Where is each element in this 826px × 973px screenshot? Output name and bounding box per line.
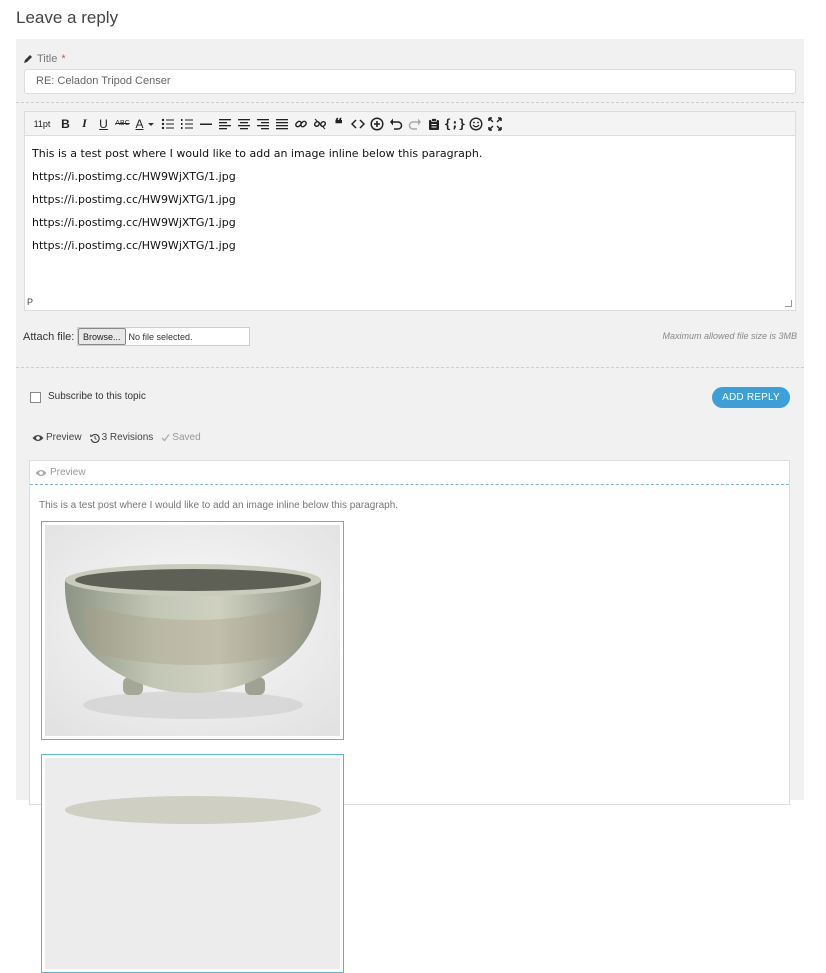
- bowl-picture: [45, 525, 340, 736]
- subscribe-checkbox[interactable]: [30, 392, 41, 403]
- content-paragraph: This is a test post where I would like t…: [32, 147, 483, 160]
- redo-icon: [408, 118, 421, 130]
- revisions-link[interactable]: 3 Revisions: [89, 432, 154, 443]
- align-justify-button[interactable]: [273, 115, 290, 133]
- preview-panel: Preview This is a test post where I woul…: [16, 417, 804, 973]
- resize-handle[interactable]: [785, 300, 792, 307]
- bullet-list-button[interactable]: [159, 115, 176, 133]
- preview-tab-label: Preview: [46, 432, 82, 443]
- divider: [16, 102, 804, 103]
- file-status: No file selected.: [128, 331, 193, 342]
- title-input[interactable]: RE: Celadon Tripod Censer: [24, 69, 796, 94]
- align-left-button[interactable]: [216, 115, 233, 133]
- unlink-icon: [313, 118, 326, 129]
- code-icon: [350, 118, 365, 129]
- align-justify-icon: [275, 118, 288, 129]
- paste-button[interactable]: [425, 115, 442, 133]
- code-button[interactable]: [349, 115, 366, 133]
- source-code-button[interactable]: {;}: [444, 115, 466, 133]
- check-icon: [161, 434, 170, 442]
- preview-box: Preview This is a test post where I woul…: [29, 460, 790, 973]
- editor-content[interactable]: This is a test post where I would like t…: [32, 148, 782, 263]
- chevron-down-icon: [147, 122, 154, 126]
- reply-form: Title * RE: Celadon Tripod Censer 11pt B…: [16, 39, 804, 417]
- preview-image-frame: [41, 754, 344, 973]
- undo-button[interactable]: [387, 115, 404, 133]
- align-right-button[interactable]: [254, 115, 271, 133]
- link-icon: [294, 120, 307, 127]
- plus-circle-icon: [369, 116, 384, 131]
- attach-label: Attach file:: [23, 331, 75, 343]
- preview-tab[interactable]: Preview: [32, 432, 82, 443]
- max-file-size-note: Maximum allowed file size is 3MB: [662, 331, 797, 341]
- strikethrough-button[interactable]: ABC: [114, 115, 131, 133]
- remove-link-button[interactable]: [311, 115, 328, 133]
- horizontal-rule-button[interactable]: [197, 115, 214, 133]
- align-center-icon: [237, 118, 250, 129]
- rich-text-editor[interactable]: 11pt B I U ABC A ❝ {;} This is a test po…: [24, 111, 796, 311]
- align-center-button[interactable]: [235, 115, 252, 133]
- align-left-icon: [218, 118, 231, 129]
- preview-header-label: Preview: [50, 467, 86, 478]
- history-icon: [89, 433, 100, 443]
- element-path: P: [27, 297, 34, 307]
- preview-toolbar: Preview 3 Revisions Saved: [32, 432, 201, 443]
- bold-button[interactable]: B: [57, 115, 74, 133]
- celadon-bowl-image: [45, 758, 340, 969]
- emoji-button[interactable]: [468, 115, 485, 133]
- eye-icon: [32, 434, 44, 441]
- saved-label: Saved: [172, 432, 201, 443]
- add-reply-button[interactable]: ADD REPLY: [712, 387, 790, 408]
- content-paragraph: https://i.postimg.cc/HW9WjXTG/1.jpg: [32, 239, 236, 252]
- editor-toolbar: 11pt B I U ABC A ❝ {;}: [25, 112, 795, 136]
- bullet-list-icon: [161, 118, 174, 129]
- redo-button[interactable]: [406, 115, 423, 133]
- subscribe-label: Subscribe to this topic: [48, 391, 146, 402]
- preview-text: This is a test post where I would like t…: [39, 500, 399, 511]
- browse-button[interactable]: Browse...: [78, 328, 126, 345]
- italic-button[interactable]: I: [76, 115, 93, 133]
- preview-image-frame: [41, 521, 344, 740]
- text-color-button[interactable]: A: [133, 115, 157, 133]
- eye-icon: [35, 469, 47, 476]
- underline-button[interactable]: U: [95, 115, 112, 133]
- clipboard-icon: [428, 117, 439, 130]
- page-title: Leave a reply: [16, 8, 119, 27]
- font-size-select[interactable]: 11pt: [31, 115, 53, 133]
- celadon-bowl-image: [45, 525, 340, 736]
- required-marker: *: [61, 53, 66, 65]
- numbered-list-icon: [180, 118, 193, 129]
- content-paragraph: https://i.postimg.cc/HW9WjXTG/1.jpg: [32, 170, 236, 183]
- saved-status: Saved: [161, 432, 201, 443]
- content-paragraph: https://i.postimg.cc/HW9WjXTG/1.jpg: [32, 216, 236, 229]
- revisions-label: 3 Revisions: [101, 432, 154, 443]
- preview-header: Preview: [30, 461, 789, 485]
- bowl-picture: [45, 758, 340, 969]
- insert-link-button[interactable]: [292, 115, 309, 133]
- text-color-label: A: [135, 116, 144, 131]
- title-label-text: Title: [37, 53, 58, 65]
- horizontal-rule-icon: [199, 123, 212, 125]
- content-paragraph: https://i.postimg.cc/HW9WjXTG/1.jpg: [32, 193, 236, 206]
- title-label: Title *: [23, 53, 66, 65]
- fullscreen-icon: [488, 116, 502, 131]
- blockquote-button[interactable]: ❝: [330, 115, 347, 133]
- fullscreen-button[interactable]: [487, 115, 504, 133]
- file-input[interactable]: Browse... No file selected.: [77, 327, 250, 346]
- pencil-icon: [24, 55, 32, 63]
- smiley-icon: [469, 116, 483, 131]
- insert-button[interactable]: [368, 115, 385, 133]
- numbered-list-button[interactable]: [178, 115, 195, 133]
- divider: [16, 367, 804, 368]
- align-right-icon: [256, 118, 269, 129]
- undo-icon: [389, 118, 402, 130]
